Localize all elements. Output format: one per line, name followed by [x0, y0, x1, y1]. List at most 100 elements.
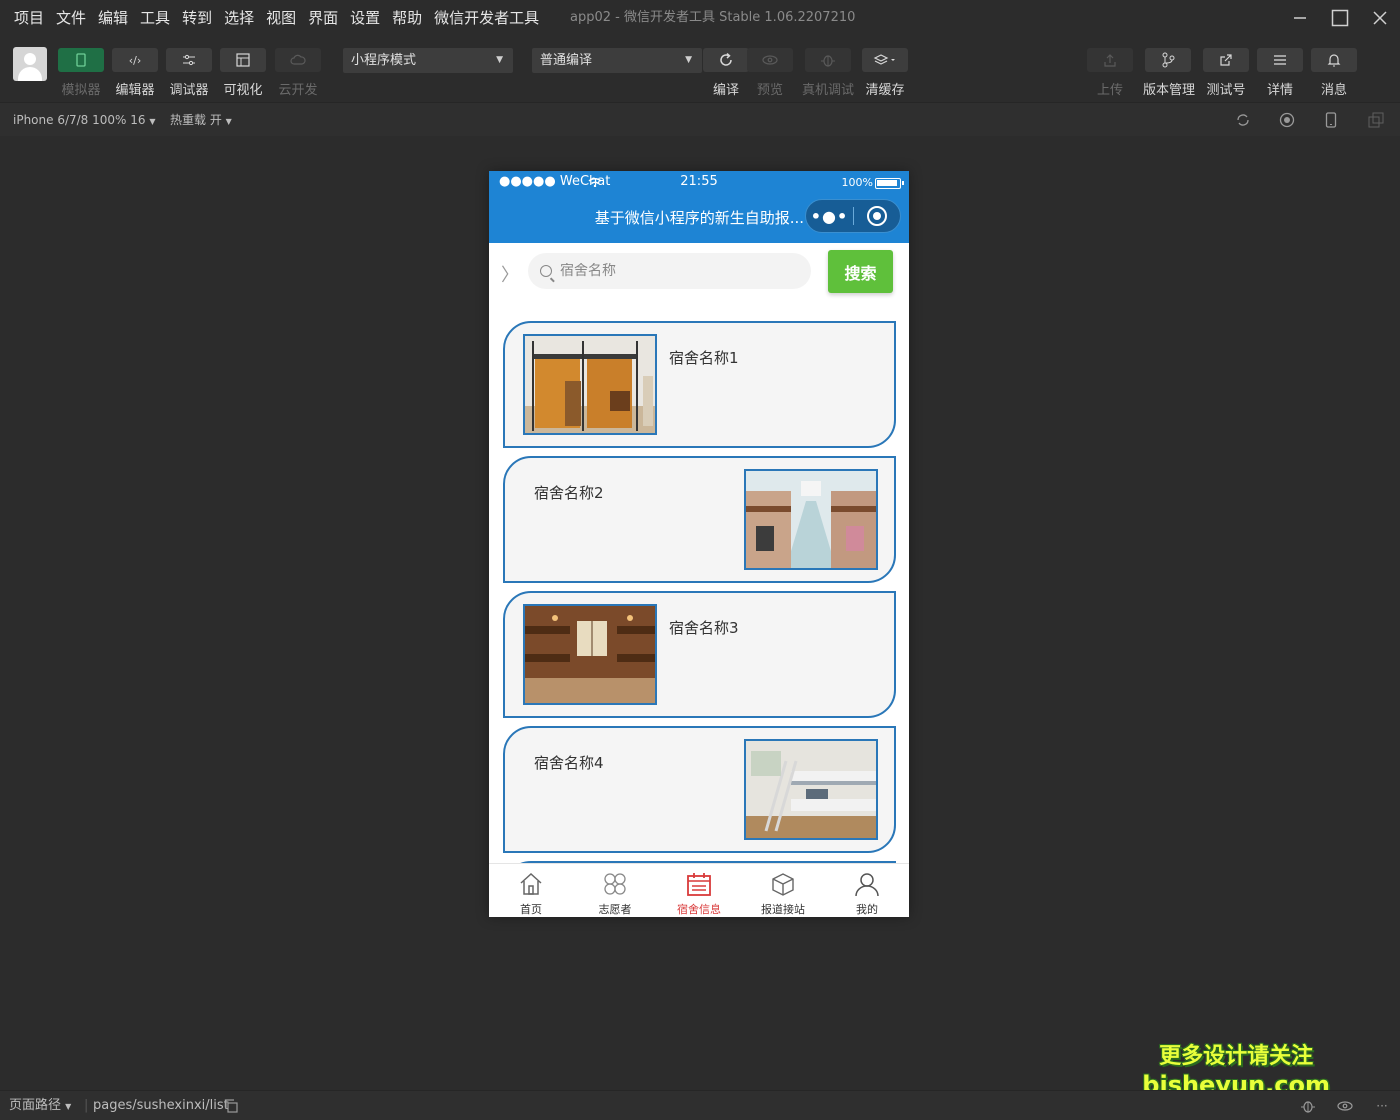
compile-mode-value: 普通编译 — [540, 53, 593, 68]
page-path-select[interactable]: 页面路径 ▼ — [9, 1091, 71, 1120]
eye-icon — [762, 55, 778, 65]
real-debug-button[interactable] — [805, 48, 851, 72]
test-account-button[interactable] — [1203, 48, 1249, 72]
tab-pickup[interactable]: 报道接站 — [741, 864, 825, 917]
more-button[interactable]: •●• — [806, 207, 853, 226]
visual-button[interactable] — [220, 48, 266, 72]
dorm-photo — [746, 471, 876, 568]
clear-cache-button[interactable] — [862, 48, 908, 72]
target-icon — [866, 206, 887, 226]
details-button[interactable] — [1257, 48, 1303, 72]
tab-volunteer-label: 志愿者 — [598, 903, 632, 916]
dorm-name: 宿舍名称1 — [669, 349, 739, 367]
phone-icon — [76, 53, 86, 67]
simulator-button[interactable] — [58, 48, 104, 72]
menu-help[interactable]: 帮助 — [386, 0, 428, 36]
exit-button[interactable] — [854, 206, 900, 226]
menu-project[interactable]: 项目 — [8, 0, 50, 36]
version-label: 版本管理 — [1142, 83, 1195, 98]
menu-goto[interactable]: 转到 — [176, 0, 218, 36]
list-item[interactable]: 宿舍名称3 — [503, 591, 896, 718]
menu-edit[interactable]: 编辑 — [92, 0, 134, 36]
battery-icon — [875, 178, 904, 189]
chevron-down-icon: ▼ — [149, 117, 156, 126]
capsule-menu: •●• — [805, 199, 901, 233]
tab-dorm-info-label: 宿舍信息 — [677, 903, 721, 916]
window-title: app02 - 微信开发者工具 Stable 1.06.2207210 — [570, 10, 856, 25]
search-input[interactable] — [560, 263, 780, 279]
clear-cache-label: 清缓存 — [865, 83, 905, 98]
mode-select[interactable]: 小程序模式 ▼ — [343, 48, 513, 73]
hot-reload-select[interactable]: 热重载 开 ▼ — [170, 103, 232, 139]
tab-pickup-label: 报道接站 — [761, 903, 805, 916]
chevron-down-icon: ▼ — [685, 55, 692, 65]
menu-file[interactable]: 文件 — [50, 0, 92, 36]
dorm-photo — [746, 741, 876, 838]
navigation-bar: ●●●●● WeChat 21:55 100% 基于微信小程序的新生自助报...… — [489, 171, 909, 243]
messages-button[interactable] — [1311, 48, 1357, 72]
debugger-button[interactable] — [166, 48, 212, 72]
menu-bar: 项目 文件 编辑 工具 转到 选择 视图 界面 设置 帮助 微信开发者工具 ap… — [0, 0, 1400, 36]
compile-button[interactable] — [703, 48, 749, 72]
list-item[interactable]: 宿舍名称1 — [503, 321, 896, 448]
record-button[interactable] — [1279, 112, 1295, 128]
preview-eye-button[interactable] — [1337, 1098, 1353, 1114]
menu-icon — [1274, 55, 1286, 65]
status-bar: ●●●●● WeChat 21:55 100% — [489, 171, 909, 195]
menu-settings[interactable]: 设置 — [344, 0, 386, 36]
chevron-right-icon[interactable]: 〉 — [501, 261, 519, 287]
editor-label: 编辑器 — [115, 83, 155, 98]
more-icon: ··· — [1376, 1099, 1388, 1113]
dorm-image — [523, 334, 657, 435]
rotate-button[interactable] — [1235, 112, 1251, 128]
menu-view[interactable]: 视图 — [260, 0, 302, 36]
list-item[interactable]: 宿舍名称4 — [503, 726, 896, 853]
grid-icon — [600, 870, 630, 898]
menu-tools[interactable]: 工具 — [134, 0, 176, 36]
device-frame-button[interactable] — [1323, 112, 1339, 128]
cloud-label: 云开发 — [278, 83, 318, 98]
dorm-image — [744, 469, 878, 570]
chevron-down-icon: ▼ — [496, 55, 503, 65]
upload-label: 上传 — [1096, 83, 1123, 98]
more-options-button[interactable]: ··· — [1374, 1098, 1390, 1114]
maximize-button[interactable] — [1320, 0, 1360, 36]
preview-label: 预览 — [756, 83, 783, 98]
device-select[interactable]: iPhone 6/7/8 100% 16 ▼ — [13, 103, 156, 139]
watermark-line1: 更多设计请关注 — [1159, 1044, 1314, 1069]
popout-button[interactable] — [1368, 112, 1384, 128]
tab-home[interactable]: 首页 — [489, 864, 573, 917]
home-icon — [516, 870, 546, 898]
branch-icon — [1162, 52, 1175, 68]
tab-volunteer[interactable]: 志愿者 — [573, 864, 657, 917]
hot-reload-label: 热重载 开 — [170, 113, 222, 127]
menu-interface[interactable]: 界面 — [302, 0, 344, 36]
chevron-down-icon: ▼ — [225, 117, 232, 126]
layers-icon — [873, 54, 895, 65]
menu-devtools[interactable]: 微信开发者工具 — [428, 0, 545, 36]
page-title: 基于微信小程序的新生自助报... — [594, 209, 804, 227]
close-button[interactable] — [1360, 0, 1400, 36]
bug-icon — [1301, 1101, 1315, 1113]
minimize-icon — [1294, 17, 1306, 19]
cloud-button[interactable] — [275, 48, 321, 72]
copy-button[interactable] — [223, 1098, 239, 1114]
search-button[interactable]: 搜索 — [828, 250, 893, 293]
mode-select-value: 小程序模式 — [351, 53, 417, 68]
tab-mine[interactable]: 我的 — [825, 864, 909, 917]
eye-icon — [1337, 1101, 1353, 1111]
minimize-button[interactable] — [1280, 0, 1320, 36]
version-button[interactable] — [1145, 48, 1191, 72]
compile-mode-select[interactable]: 普通编译 ▼ — [532, 48, 702, 73]
tab-bar: 首页 志愿者 宿舍信息 报道接站 我的 — [489, 863, 909, 917]
visual-label: 可视化 — [223, 83, 263, 98]
phone-simulator: ●●●●● WeChat 21:55 100% 基于微信小程序的新生自助报...… — [489, 171, 909, 917]
preview-button[interactable] — [747, 48, 793, 72]
bug-button[interactable] — [1300, 1098, 1316, 1114]
tab-dorm-info[interactable]: 宿舍信息 — [657, 864, 741, 917]
upload-button[interactable] — [1087, 48, 1133, 72]
menu-select[interactable]: 选择 — [218, 0, 260, 36]
list-item[interactable]: 宿舍名称2 — [503, 456, 896, 583]
avatar[interactable] — [13, 47, 47, 81]
editor-button[interactable]: ‹/› — [112, 48, 158, 72]
